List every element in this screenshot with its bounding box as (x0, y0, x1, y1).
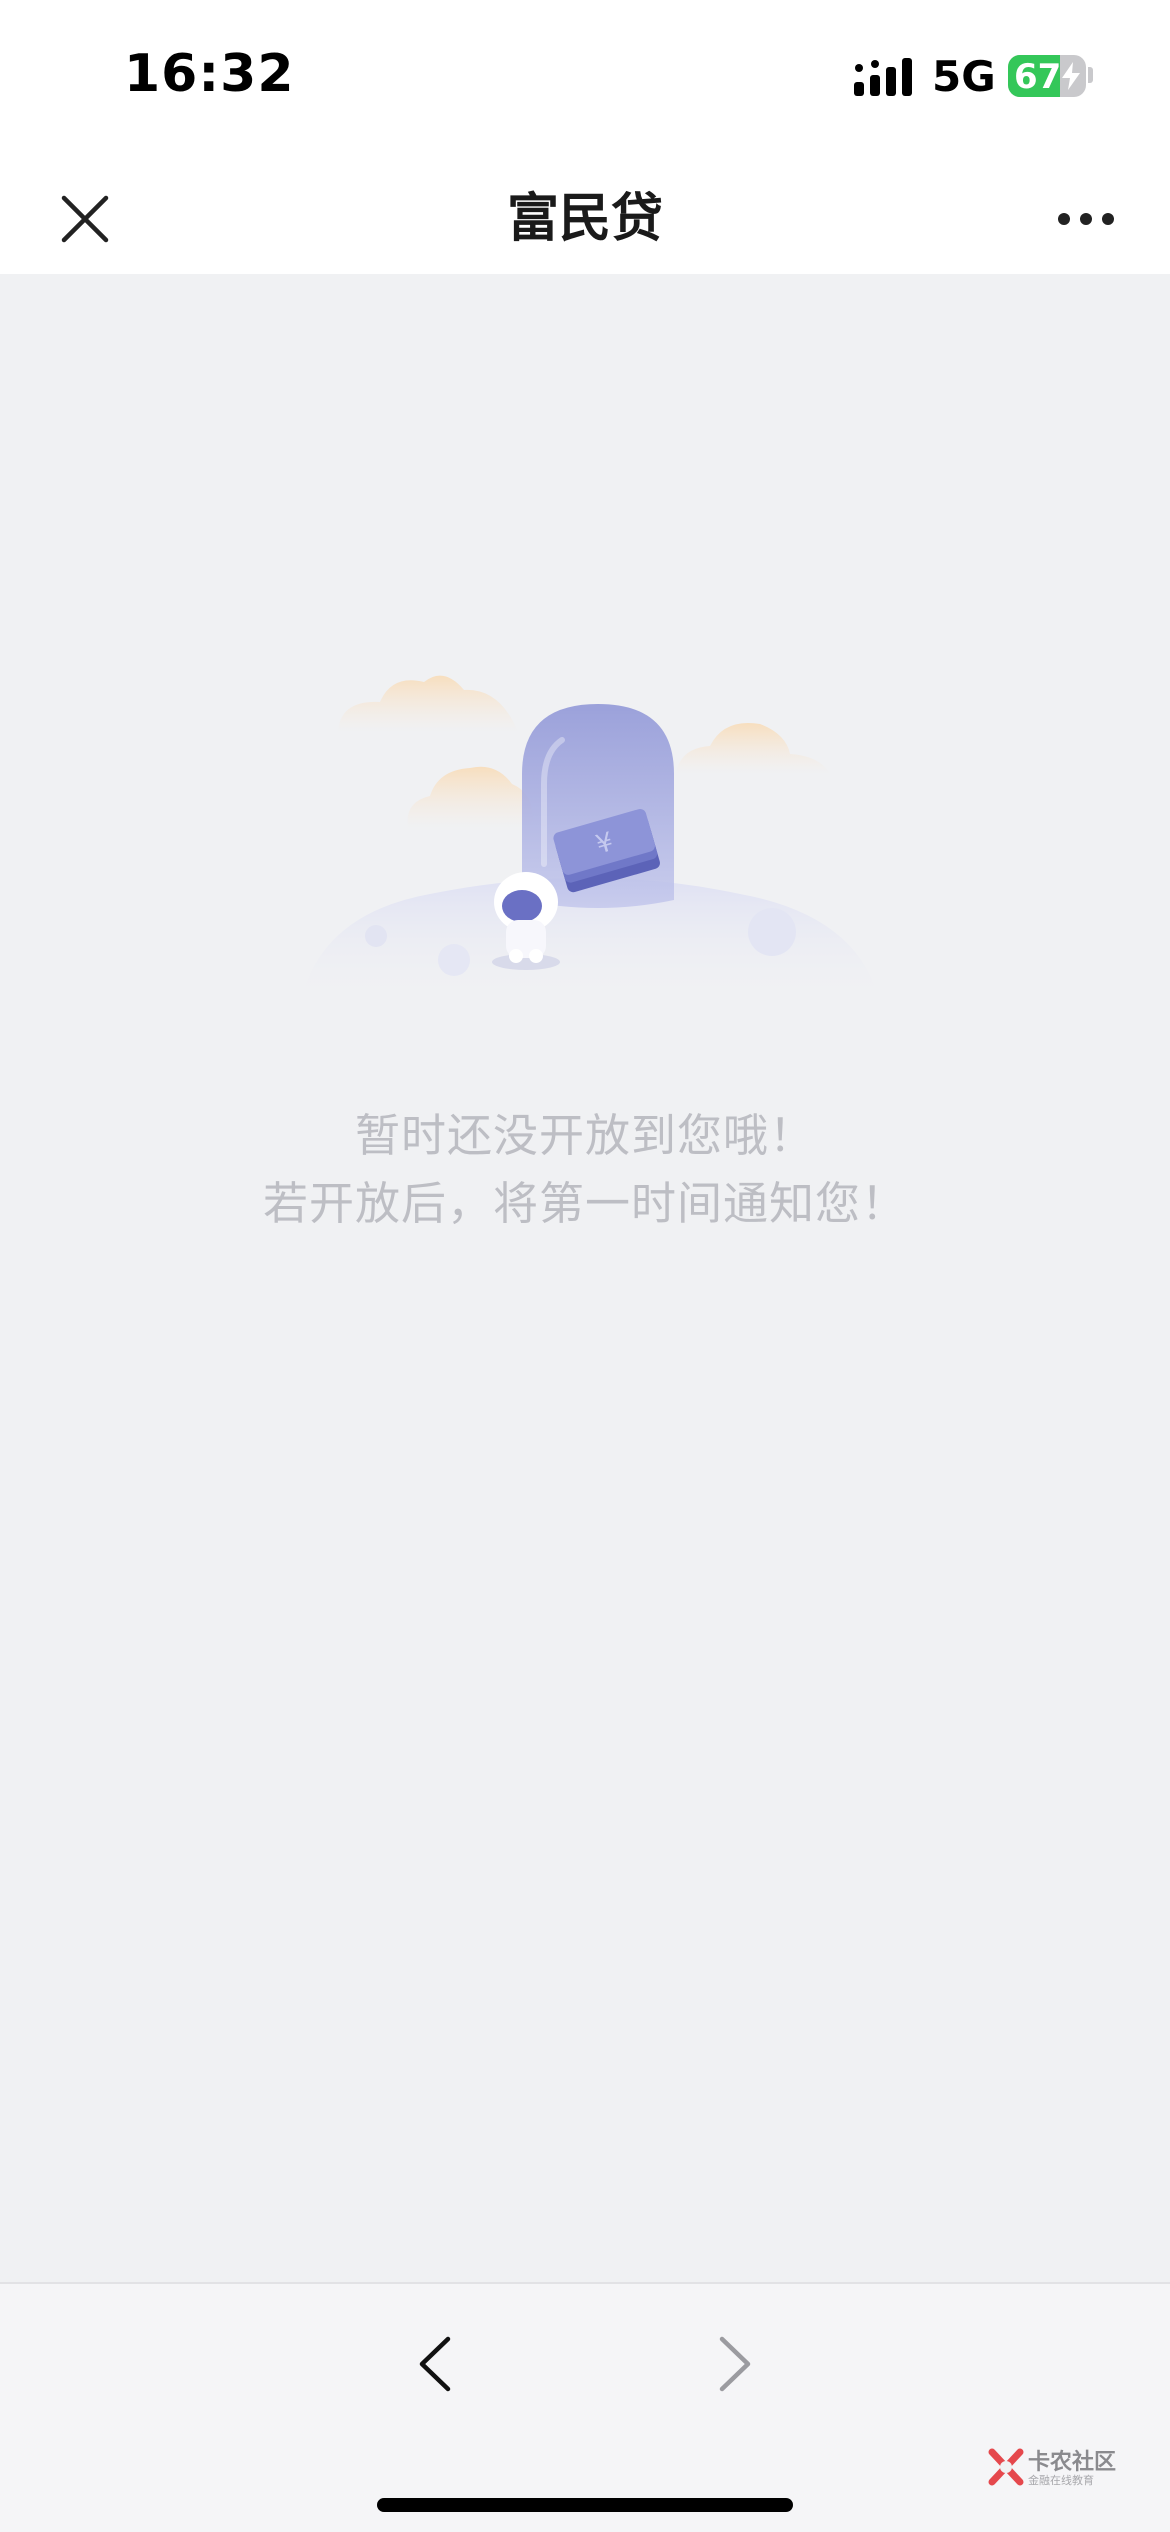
signal-icon (854, 58, 912, 96)
charging-bolt-icon (1062, 62, 1080, 90)
chevron-right-icon (719, 2336, 751, 2392)
cloud-left (338, 675, 518, 732)
cloud-middle (407, 766, 533, 828)
page-title: 富民贷 (506, 189, 663, 249)
cloud-right (676, 722, 830, 774)
status-bar: 16:32 5G 67 (0, 0, 1170, 150)
battery-icon: 67 (1008, 55, 1086, 97)
watermark: 卡农社区 金融在线教育 (988, 2444, 1118, 2494)
chevron-left-icon (419, 2336, 451, 2392)
empty-state-line1: 暂时还没开放到您哦！ (354, 1109, 815, 1162)
forward-button[interactable] (700, 2324, 770, 2404)
empty-state-line2: 若开放后，将第一时间通知您！ (262, 1177, 907, 1230)
status-time: 16:32 (124, 44, 295, 104)
back-button[interactable] (400, 2324, 470, 2404)
home-indicator[interactable] (377, 2498, 793, 2512)
empty-state-message: 暂时还没开放到您哦！ 若开放后，将第一时间通知您！ (0, 1102, 1170, 1238)
battery-percent: 67 (1014, 57, 1062, 97)
battery-cap (1088, 67, 1093, 83)
nav-bar: 富民贷 (0, 150, 1170, 274)
network-type: 5G (932, 52, 996, 101)
content-area: ¥ 暂时还没开放到您哦！ 若开放后，将第一时间通知您！ (0, 274, 1170, 2282)
more-icon (1058, 213, 1114, 225)
kanong-logo-icon (988, 2448, 1024, 2486)
empty-state-illustration: ¥ (300, 675, 880, 1004)
watermark-subtitle: 金融在线教育 (1028, 2474, 1094, 2487)
bottom-toolbar: 卡农社区 金融在线教育 (0, 2282, 1170, 2532)
more-button[interactable] (1040, 174, 1132, 264)
